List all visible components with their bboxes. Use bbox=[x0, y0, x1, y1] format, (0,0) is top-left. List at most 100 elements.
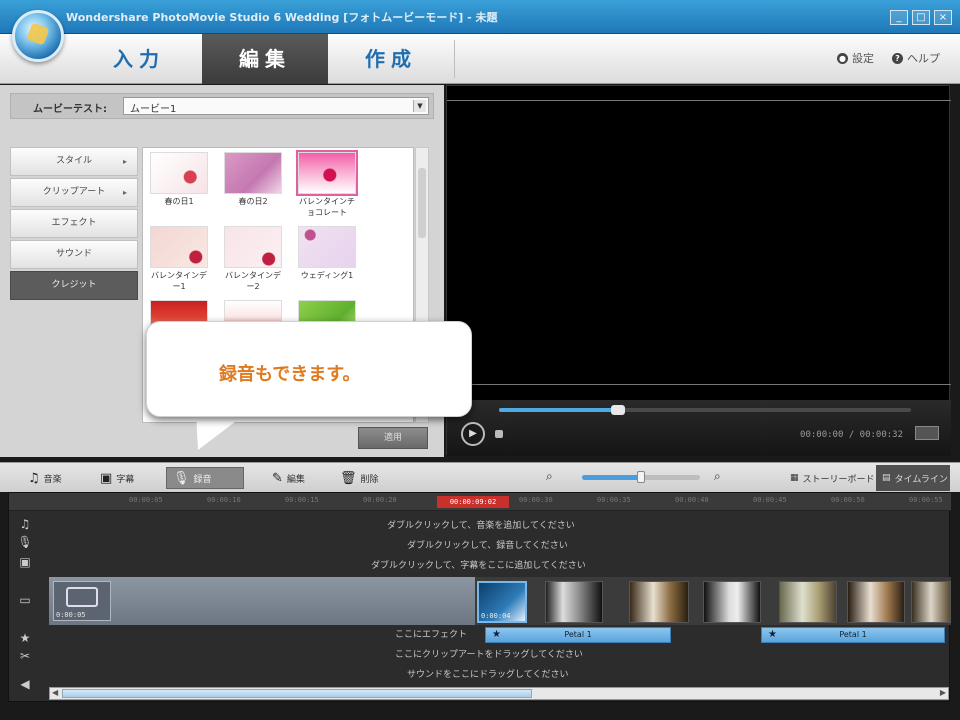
effect-bar[interactable]: ★ Petal 1 bbox=[485, 627, 671, 643]
video-clip[interactable] bbox=[847, 581, 905, 623]
scrollbar-thumb[interactable] bbox=[418, 168, 426, 238]
preview-frame-bottom bbox=[447, 384, 951, 385]
scrollbar-thumb[interactable] bbox=[62, 689, 532, 698]
category-credit[interactable]: クレジット bbox=[10, 271, 138, 300]
ruler-tick: 00:00:40 bbox=[675, 496, 709, 504]
ruler-tick: 00:00:05 bbox=[129, 496, 163, 504]
subtitle-track-hint[interactable]: ダブルクリックして、字幕をここに追加してください bbox=[371, 558, 586, 571]
category-label: クリップアート bbox=[42, 187, 106, 197]
seek-handle[interactable] bbox=[611, 405, 626, 415]
thumbnail-image bbox=[150, 152, 208, 194]
sound-track-icon: ◀ bbox=[20, 677, 30, 691]
main-tab-bar: 入力 編集 作成 ● 設定 ? ヘルプ bbox=[0, 10, 960, 84]
theme-dropdown[interactable]: ムービー1 ▼ bbox=[123, 97, 429, 115]
storyboard-icon: ▦ bbox=[790, 473, 799, 483]
category-sound[interactable]: サウンド bbox=[10, 240, 138, 269]
music-button[interactable]: ♫ 音楽 bbox=[22, 467, 68, 489]
play-button[interactable]: ▶ bbox=[461, 422, 485, 446]
effect-bar[interactable]: ★ Petal 1 bbox=[761, 627, 945, 643]
track-icons: ♫ 🎙 ▣ ▭ ★ ✂ ◀ bbox=[9, 513, 41, 703]
style-thumbnail[interactable]: ウェディング1 bbox=[297, 226, 357, 281]
timeline-scrollbar[interactable]: ◀ ▶ bbox=[49, 687, 949, 700]
stop-button[interactable] bbox=[495, 430, 503, 438]
tab-create[interactable]: 作成 bbox=[328, 34, 454, 84]
seek-slider[interactable] bbox=[499, 405, 911, 415]
category-label: サウンド bbox=[55, 249, 92, 259]
zoom-handle[interactable] bbox=[637, 471, 645, 483]
fullscreen-button[interactable] bbox=[915, 426, 939, 440]
thumbnail-label: バレンタインデー1 bbox=[151, 271, 207, 291]
style-thumbnail[interactable]: バレンタインチョコレート bbox=[296, 150, 358, 218]
style-thumbnail[interactable]: 春の日1 bbox=[149, 152, 209, 207]
style-thumbnail[interactable]: 春の日2 bbox=[223, 152, 283, 207]
storyboard-label: ストーリーボード bbox=[802, 474, 875, 485]
style-thumbnail[interactable]: バレンタインデー2 bbox=[223, 226, 283, 292]
record-track-hint[interactable]: ダブルクリックして、録音してください bbox=[407, 538, 568, 551]
record-button[interactable]: 🎙 録音 bbox=[166, 467, 244, 489]
chevron-right-icon: ▸ bbox=[122, 157, 127, 166]
thumbnail-label: バレンタインチョコレート bbox=[299, 197, 355, 217]
zoom-slider[interactable] bbox=[582, 471, 700, 483]
category-effect[interactable]: エフェクト bbox=[10, 209, 138, 238]
thumbnail-image bbox=[150, 226, 208, 268]
playhead-time[interactable]: 00:00:09:02 bbox=[437, 496, 509, 508]
zoom-in-icon[interactable]: ⌕ bbox=[714, 469, 721, 484]
scroll-left-icon[interactable]: ◀ bbox=[52, 688, 58, 697]
delete-button[interactable]: 🗑 削除 bbox=[334, 467, 385, 489]
close-button[interactable]: × bbox=[934, 10, 952, 25]
chevron-down-icon[interactable]: ▼ bbox=[413, 100, 426, 112]
timeline-mode-button[interactable]: ▤ タイムライン bbox=[876, 465, 950, 491]
video-clip[interactable] bbox=[911, 581, 951, 623]
gear-icon: ● bbox=[837, 52, 848, 64]
zoom-out-icon[interactable]: ⌕ bbox=[546, 469, 553, 484]
settings-link[interactable]: ● 設定 bbox=[837, 50, 874, 66]
minimize-button[interactable]: _ bbox=[890, 10, 908, 25]
style-thumbnail[interactable]: バレンタインデー1 bbox=[149, 226, 209, 292]
theme-label: ムービーテスト: bbox=[33, 104, 107, 115]
theme-value: ムービー1 bbox=[130, 104, 177, 115]
tab-separator bbox=[454, 40, 455, 78]
help-link[interactable]: ? ヘルプ bbox=[892, 50, 940, 66]
thumbnail-label: バレンタインデー2 bbox=[225, 271, 281, 291]
storyboard-mode-button[interactable]: ▦ ストーリーボード bbox=[790, 467, 875, 489]
effect-label: Petal 1 bbox=[564, 630, 592, 639]
music-track-icon: ♫ bbox=[19, 517, 31, 531]
tab-edit[interactable]: 編集 bbox=[202, 34, 328, 84]
video-clip[interactable] bbox=[629, 581, 689, 623]
category-style[interactable]: スタイル ▸ bbox=[10, 147, 138, 176]
delete-label: 削除 bbox=[360, 474, 379, 485]
ruler-tick: 00:00:10 bbox=[207, 496, 241, 504]
effect-track-hint[interactable]: ここにエフェクト bbox=[395, 627, 467, 640]
tab-input[interactable]: 入力 bbox=[76, 34, 202, 84]
zoom-level bbox=[582, 475, 641, 480]
subtitle-button[interactable]: ▣ 字幕 bbox=[94, 467, 140, 489]
ruler-tick: 00:00:30 bbox=[519, 496, 553, 504]
maximize-button[interactable]: □ bbox=[912, 10, 930, 25]
thumbnail-image bbox=[224, 152, 282, 194]
star-icon: ★ bbox=[492, 629, 501, 640]
video-clip[interactable] bbox=[779, 581, 837, 623]
clipart-track-hint[interactable]: ここにクリップアートをドラッグしてください bbox=[395, 647, 583, 660]
title-clip[interactable]: 0:00:05 bbox=[53, 581, 111, 621]
ruler-tick: 00:00:20 bbox=[363, 496, 397, 504]
scroll-right-icon[interactable]: ▶ bbox=[940, 688, 946, 697]
edit-button[interactable]: ✎ 編集 bbox=[266, 467, 311, 489]
video-clip[interactable] bbox=[545, 581, 603, 623]
callout-text: 録音もできます。 bbox=[219, 364, 361, 385]
seek-progress bbox=[499, 408, 619, 412]
video-clip[interactable] bbox=[703, 581, 761, 623]
callout-tail bbox=[196, 412, 248, 450]
ruler-tick: 00:00:55 bbox=[909, 496, 943, 504]
category-clipart[interactable]: クリップアート ▸ bbox=[10, 178, 138, 207]
ruler-tick: 00:00:15 bbox=[285, 496, 319, 504]
apply-button[interactable]: 適用 bbox=[358, 427, 428, 449]
thumbnail-label: 春の日2 bbox=[238, 197, 268, 206]
music-track-hint[interactable]: ダブルクリックして、音楽を追加してください bbox=[387, 518, 575, 531]
sound-track-hint[interactable]: サウンドをここにドラッグしてください bbox=[407, 667, 568, 680]
app-logo bbox=[12, 10, 64, 62]
video-clip[interactable]: 0:00:04 bbox=[477, 581, 527, 623]
thumbnail-image bbox=[296, 150, 358, 196]
preview-frame-top bbox=[447, 100, 951, 101]
effect-label: Petal 1 bbox=[839, 630, 867, 639]
subtitle-track-icon: ▣ bbox=[19, 555, 31, 569]
